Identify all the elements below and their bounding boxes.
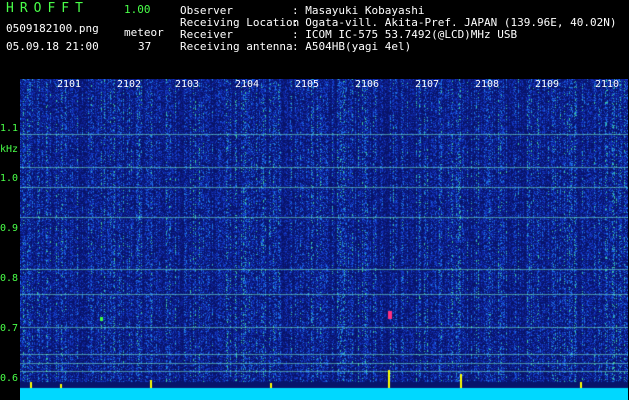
app-version: 1.00	[124, 3, 151, 16]
x-tick: 2101	[57, 79, 82, 90]
x-tick: 2110	[595, 79, 620, 90]
x-tick: 2103	[175, 79, 200, 90]
x-tick: 2106	[355, 79, 380, 90]
y-tick: 0.7	[0, 323, 19, 334]
y-axis: kHz 1.1 1.0 0.9 0.8 0.7 0.6	[0, 72, 20, 400]
app-name: HROFFT	[6, 1, 89, 16]
y-tick: 0.6	[0, 373, 19, 384]
y-axis-unit: kHz	[0, 144, 19, 155]
file-datetime: 05.09.18 21:00	[6, 40, 99, 53]
info-label-antenna: Receiving antenna	[180, 40, 293, 53]
y-tick: 0.9	[0, 223, 19, 234]
file-name: 0509182100.png	[6, 22, 99, 35]
x-tick: 2109	[535, 79, 560, 90]
x-tick: 2105	[295, 79, 320, 90]
x-tick: 2107	[415, 79, 440, 90]
spectrogram	[20, 79, 628, 400]
meteor-label: meteor	[124, 26, 164, 39]
header-panel: HROFFT 1.00 0509182100.png meteor 05.09.…	[0, 0, 629, 72]
x-tick: 2108	[475, 79, 500, 90]
meteor-count: 37	[138, 40, 152, 53]
x-tick: 2104	[235, 79, 260, 90]
y-tick: 1.1	[0, 123, 19, 134]
info-value-antenna: : A504HB(yagi 4el)	[292, 40, 412, 53]
x-tick: 2102	[117, 79, 142, 90]
y-tick: 0.8	[0, 273, 19, 284]
y-tick: 1.0	[0, 173, 19, 184]
